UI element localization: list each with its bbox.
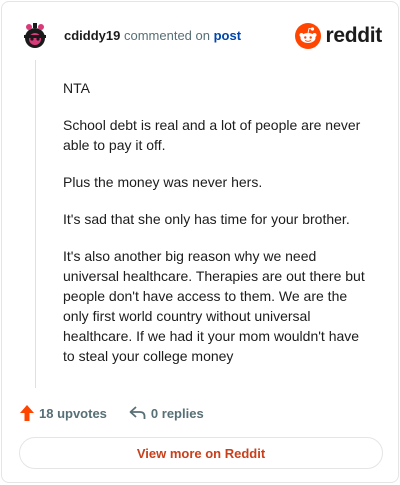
thread-line (35, 60, 36, 388)
comment-actions: 18 upvotes 0 replies (20, 403, 382, 423)
action-text: commented on (123, 28, 210, 43)
comment-paragraph: Plus the money was never hers. (63, 174, 263, 190)
reply-count: 0 replies (150, 405, 204, 421)
comment-meta: cdiddy19 commented on post (64, 28, 241, 44)
comment-paragraph: NTA (63, 80, 90, 96)
comment-body: NTA School debt is real and a lot of peo… (63, 78, 374, 383)
upvote-button[interactable]: 18 upvotes (20, 405, 107, 421)
comment-paragraph: School debt is real and a lot of people … (63, 117, 361, 153)
comment-embed-card: cdiddy19 commented on post reddit NTA Sc… (1, 1, 399, 483)
brand-wordmark: reddit (325, 24, 382, 47)
comment-paragraph: It's also another big reason why we need… (63, 248, 365, 364)
user-avatar[interactable] (20, 21, 50, 51)
upvote-arrow-icon (20, 405, 34, 421)
snoo-avatar-icon (20, 21, 50, 51)
reply-arrow-icon (129, 406, 146, 419)
reddit-logo-icon (295, 23, 322, 49)
upvote-count: 18 upvotes (39, 405, 107, 421)
username-link[interactable]: cdiddy19 (64, 28, 120, 43)
reply-button[interactable]: 0 replies (129, 406, 204, 421)
comment-header: cdiddy19 commented on post reddit (20, 19, 382, 53)
comment-paragraph: It's sad that she only has time for your… (63, 211, 350, 227)
view-more-button[interactable]: View more on Reddit (19, 437, 383, 469)
post-link[interactable]: post (214, 28, 241, 43)
reddit-brand[interactable]: reddit (295, 23, 382, 49)
